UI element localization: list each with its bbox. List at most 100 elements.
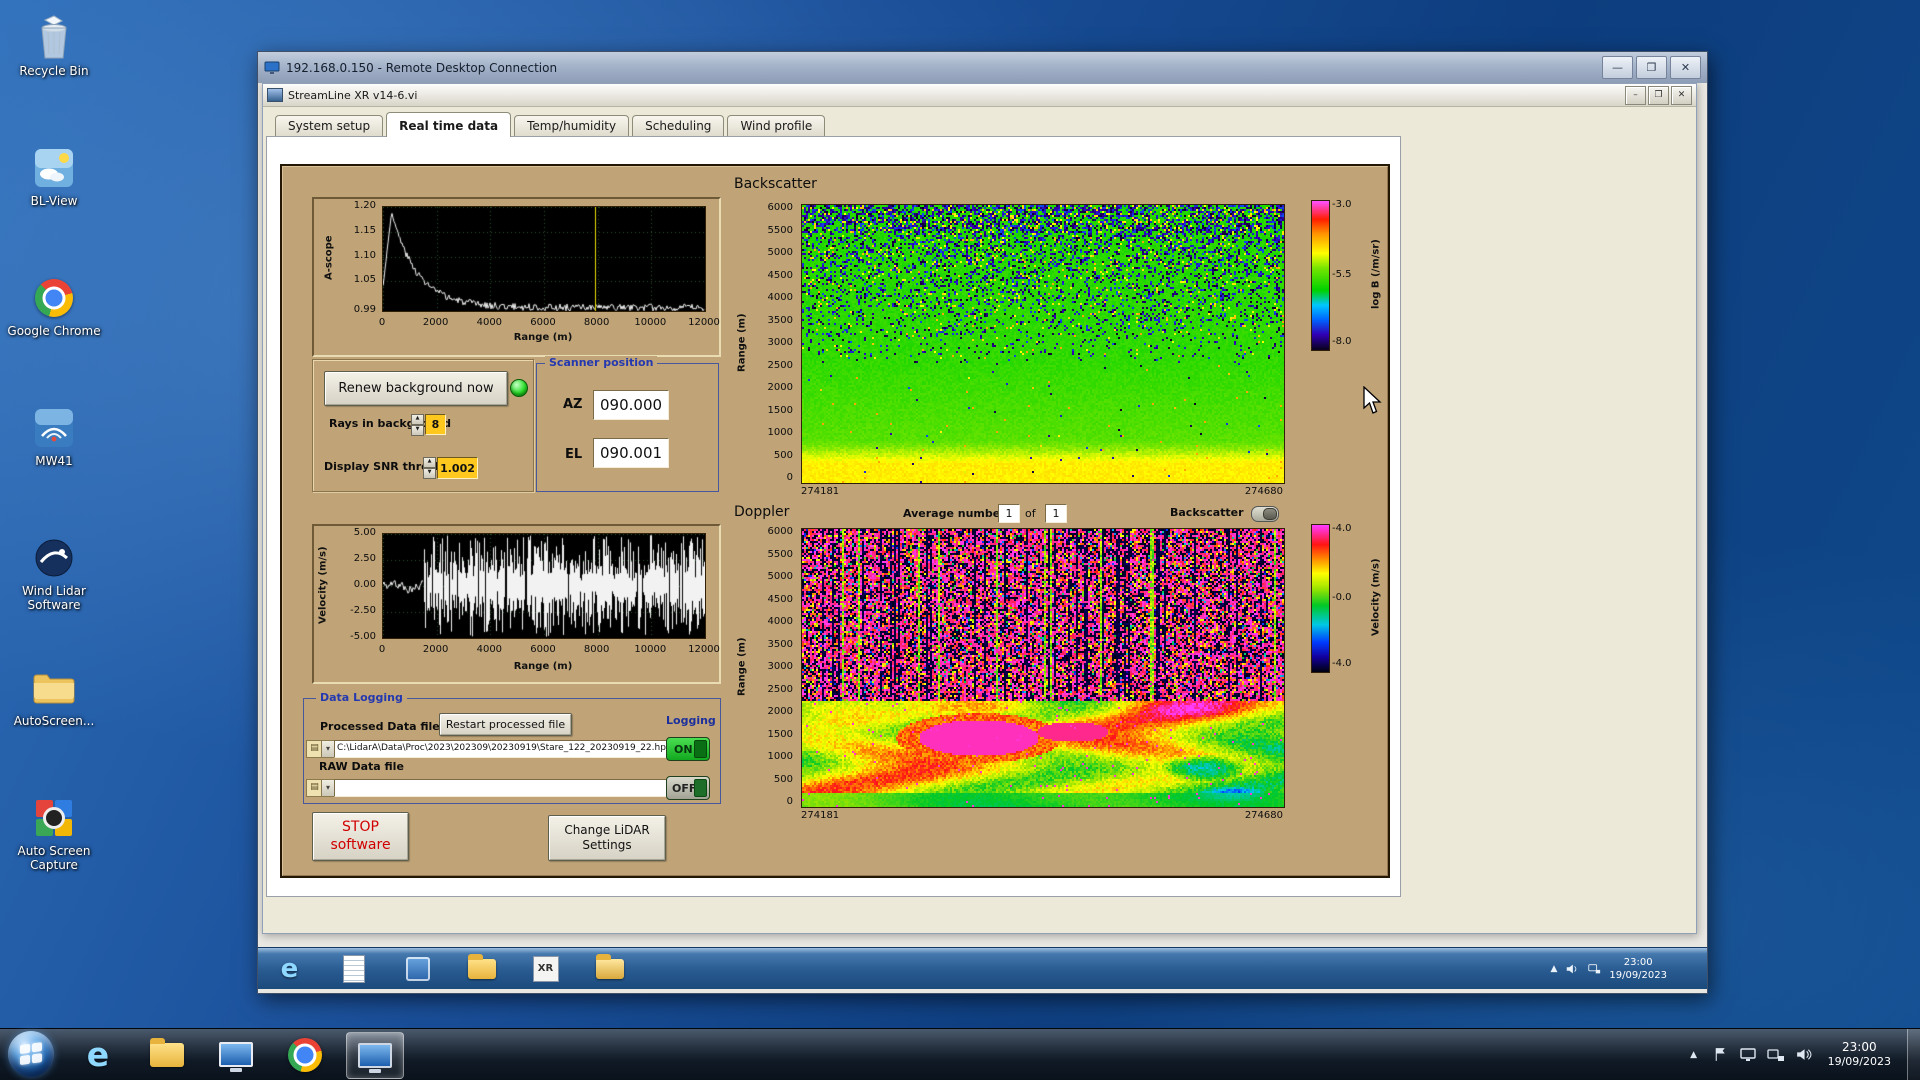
axis-tick: 8000 xyxy=(573,317,621,328)
recycle-bin-icon xyxy=(34,14,74,62)
app-minimize-button[interactable]: – xyxy=(1625,86,1646,105)
axis-tick: 0 xyxy=(358,317,406,328)
desktop-icon-label: BL-View xyxy=(31,195,78,209)
remote-folder-icon[interactable] xyxy=(466,953,497,984)
desktop-icon-recycle-bin[interactable]: Recycle Bin xyxy=(4,14,104,79)
desktop-icon-autoscreen[interactable]: AutoScreen... xyxy=(4,664,104,729)
remote-tray-arrow-icon[interactable]: ▲ xyxy=(1550,964,1557,974)
network-icon[interactable] xyxy=(1767,1047,1785,1063)
axis-tick: 1.10 xyxy=(322,250,376,261)
change-lidar-settings-button[interactable]: Change LiDAR Settings xyxy=(548,815,666,861)
axis-tick: 4500 xyxy=(747,594,793,605)
remote-network-icon[interactable] xyxy=(1587,962,1601,976)
axis-tick: 0 xyxy=(747,472,793,483)
action-center-flag-icon[interactable] xyxy=(1712,1046,1729,1063)
processed-path-field[interactable]: C:\LidarA\Data\Proc\2023\202309\20230919… xyxy=(334,740,670,758)
average-total-field[interactable]: 1 xyxy=(1045,504,1067,523)
tab-system-setup[interactable]: System setup xyxy=(275,115,383,137)
raw-logging-toggle[interactable]: OFF xyxy=(666,776,710,800)
axis-tick: -3.0 xyxy=(1332,199,1372,210)
axis-tick: -0.0 xyxy=(1332,592,1372,603)
processed-logging-toggle[interactable]: ON xyxy=(666,737,710,761)
scanner-position-group: Scanner position xyxy=(536,363,719,492)
auto-screen-capture-icon xyxy=(36,794,72,842)
remote-clock[interactable]: 23:00 19/09/2023 xyxy=(1609,956,1667,982)
axis-tick: 1000 xyxy=(747,751,793,762)
axis-tick: 4000 xyxy=(747,616,793,627)
remote-volume-icon[interactable] xyxy=(1565,962,1579,976)
desktop-icon-mw41[interactable]: MW41 xyxy=(4,404,104,469)
remote-app-icon[interactable] xyxy=(402,953,433,984)
taskbar-apps: e xyxy=(70,1032,404,1079)
rays-spinner[interactable]: ▲▼ xyxy=(411,414,424,436)
el-value-field[interactable]: 090.001 xyxy=(593,438,669,468)
remote-notepad-icon[interactable] xyxy=(338,953,369,984)
tab-scheduling[interactable]: Scheduling xyxy=(632,115,724,137)
axis-tick: 500 xyxy=(747,774,793,785)
desktop-icon-label: Wind Lidar Software xyxy=(7,585,101,613)
axis-tick: 4500 xyxy=(747,270,793,281)
axis-tick: 274181 xyxy=(801,810,881,821)
desktop-icon-label: Google Chrome xyxy=(7,325,100,339)
ascope-xlabel: Range (m) xyxy=(382,332,704,343)
snr-threshold-value[interactable]: 1.002 xyxy=(437,457,478,479)
desktop-icon-label: Auto Screen Capture xyxy=(7,845,101,873)
app-close-button[interactable]: ✕ xyxy=(1671,86,1692,105)
rdp-titlebar[interactable]: 192.168.0.150 - Remote Desktop Connectio… xyxy=(258,52,1707,84)
taskbar-explorer-icon[interactable] xyxy=(139,1032,195,1077)
volume-icon[interactable] xyxy=(1795,1046,1812,1063)
raw-browse-button[interactable]: ▾ xyxy=(321,779,335,797)
remote-xr-app-icon[interactable]: XR xyxy=(530,953,561,984)
desktop-icon-wind-lidar[interactable]: Wind Lidar Software xyxy=(4,534,104,613)
rdp-close-button[interactable]: ✕ xyxy=(1670,56,1701,79)
axis-tick: 0.00 xyxy=(322,579,376,590)
velocity-xlabel: Range (m) xyxy=(382,661,704,672)
stop-software-button[interactable]: STOP software xyxy=(312,812,409,861)
remote-taskbar: e XR ▲ 23:00 19/09/2023 xyxy=(258,947,1707,989)
backscatter-title: Backscatter xyxy=(734,176,817,192)
desktop-icon-auto-screen-capture[interactable]: Auto Screen Capture xyxy=(4,794,104,873)
taskbar-rdp-button[interactable] xyxy=(346,1032,404,1079)
restart-processed-file-button[interactable]: Restart processed file xyxy=(439,713,572,736)
host-taskbar: e ▲ 23:00 19/09/2023 xyxy=(0,1028,1920,1080)
remote-ie-icon[interactable]: e xyxy=(274,953,305,984)
axis-tick: -4.0 xyxy=(1332,523,1372,534)
taskbar-chrome-icon[interactable] xyxy=(277,1032,333,1077)
average-number-field[interactable]: 1 xyxy=(998,504,1020,523)
start-button[interactable] xyxy=(8,1031,54,1077)
tab-temp-humidity[interactable]: Temp/humidity xyxy=(514,115,629,137)
taskbar-media-app-icon[interactable] xyxy=(208,1032,264,1077)
rdp-maximize-button[interactable]: ❐ xyxy=(1636,56,1667,79)
app-restore-button[interactable]: ❐ xyxy=(1648,86,1669,105)
average-number-label: Average number xyxy=(903,507,1006,520)
app-titlebar[interactable]: StreamLine XR v14-6.vi – ❐ ✕ xyxy=(263,84,1696,107)
chrome-icon xyxy=(35,274,73,322)
axis-tick: 274181 xyxy=(801,486,881,497)
tab-wind-profile[interactable]: Wind profile xyxy=(727,115,825,137)
processed-browse-button[interactable]: ▾ xyxy=(321,740,335,758)
show-desktop-button[interactable] xyxy=(1907,1029,1920,1080)
host-clock[interactable]: 23:00 19/09/2023 xyxy=(1828,1040,1891,1070)
display-icon[interactable] xyxy=(1739,1047,1757,1063)
desktop-icon-chrome[interactable]: Google Chrome xyxy=(4,274,104,339)
axis-tick: 6000 xyxy=(747,202,793,213)
axis-tick: 5500 xyxy=(747,225,793,236)
tab-real-time-data[interactable]: Real time data xyxy=(386,112,511,137)
bl-view-icon xyxy=(34,144,74,192)
snr-spinner[interactable]: ▲▼ xyxy=(423,457,436,479)
rdp-minimize-button[interactable]: — xyxy=(1602,56,1633,79)
raw-path-field[interactable] xyxy=(334,779,670,797)
remote-tray: ▲ 23:00 19/09/2023 xyxy=(1550,948,1667,989)
remote-explorer-icon[interactable] xyxy=(594,953,625,984)
data-logging-group-label: Data Logging xyxy=(316,691,407,704)
mouse-cursor-icon xyxy=(1362,386,1384,416)
tray-show-hidden-icon[interactable]: ▲ xyxy=(1686,1050,1702,1060)
desktop-icon-bl-view[interactable]: BL-View xyxy=(4,144,104,209)
renew-background-button[interactable]: Renew background now xyxy=(324,371,508,406)
rays-in-background-value[interactable]: 8 xyxy=(425,414,446,435)
az-value-field[interactable]: 090.000 xyxy=(593,390,669,420)
axis-tick: 500 xyxy=(747,450,793,461)
taskbar-ie-icon[interactable]: e xyxy=(70,1032,126,1077)
backscatter-doppler-switch[interactable] xyxy=(1251,506,1279,522)
axis-tick: 8000 xyxy=(573,644,621,655)
